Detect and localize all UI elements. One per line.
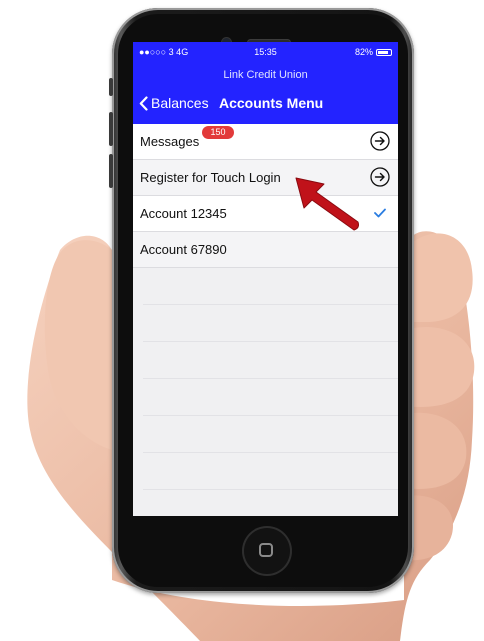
messages-label: Messages: [140, 134, 200, 149]
red-pointer-arrow-icon: [295, 177, 359, 231]
navigation-bar: Link Credit Union Balances Accounts Menu: [133, 62, 398, 124]
row-separator: [143, 489, 398, 490]
menu-row-messages[interactable]: Messages 150: [133, 124, 398, 160]
home-button[interactable]: [242, 526, 292, 576]
messages-count-badge: 150: [202, 126, 234, 139]
circle-arrow-right-icon[interactable]: [370, 167, 390, 187]
touch-login-label: Register for Touch Login: [140, 170, 281, 185]
empty-table-area: [133, 268, 398, 516]
checkmark-icon: [374, 208, 386, 218]
circle-arrow-right-icon[interactable]: [370, 131, 390, 151]
phone-screen: ●●○○○ 3 4G 15:35 82% Link Credit Union B…: [133, 42, 398, 516]
account-row[interactable]: Account 67890: [133, 232, 398, 268]
status-bar: ●●○○○ 3 4G 15:35 82%: [133, 42, 398, 62]
back-button-label: Balances: [151, 95, 209, 111]
row-separator: [143, 452, 398, 453]
row-separator: [143, 304, 398, 305]
status-right-group: 82%: [355, 42, 392, 62]
mute-switch[interactable]: [109, 78, 113, 96]
account-label: Account 12345: [140, 206, 227, 221]
battery-fill: [378, 50, 388, 54]
account-label: Account 67890: [140, 242, 227, 257]
volume-down-button[interactable]: [109, 154, 113, 188]
battery-icon: [376, 48, 392, 56]
page-title: Accounts Menu: [219, 95, 324, 111]
battery-percent: 82%: [354, 47, 373, 57]
app-title: Link Credit Union: [223, 69, 308, 81]
row-separator: [143, 415, 398, 416]
home-button-square-icon: [259, 543, 273, 557]
row-separator: [143, 378, 398, 379]
chevron-left-icon: [139, 95, 148, 111]
volume-up-button[interactable]: [109, 112, 113, 146]
back-button[interactable]: Balances: [139, 95, 209, 111]
row-separator: [143, 341, 398, 342]
photo-stage: ●●○○○ 3 4G 15:35 82% Link Credit Union B…: [0, 0, 484, 641]
